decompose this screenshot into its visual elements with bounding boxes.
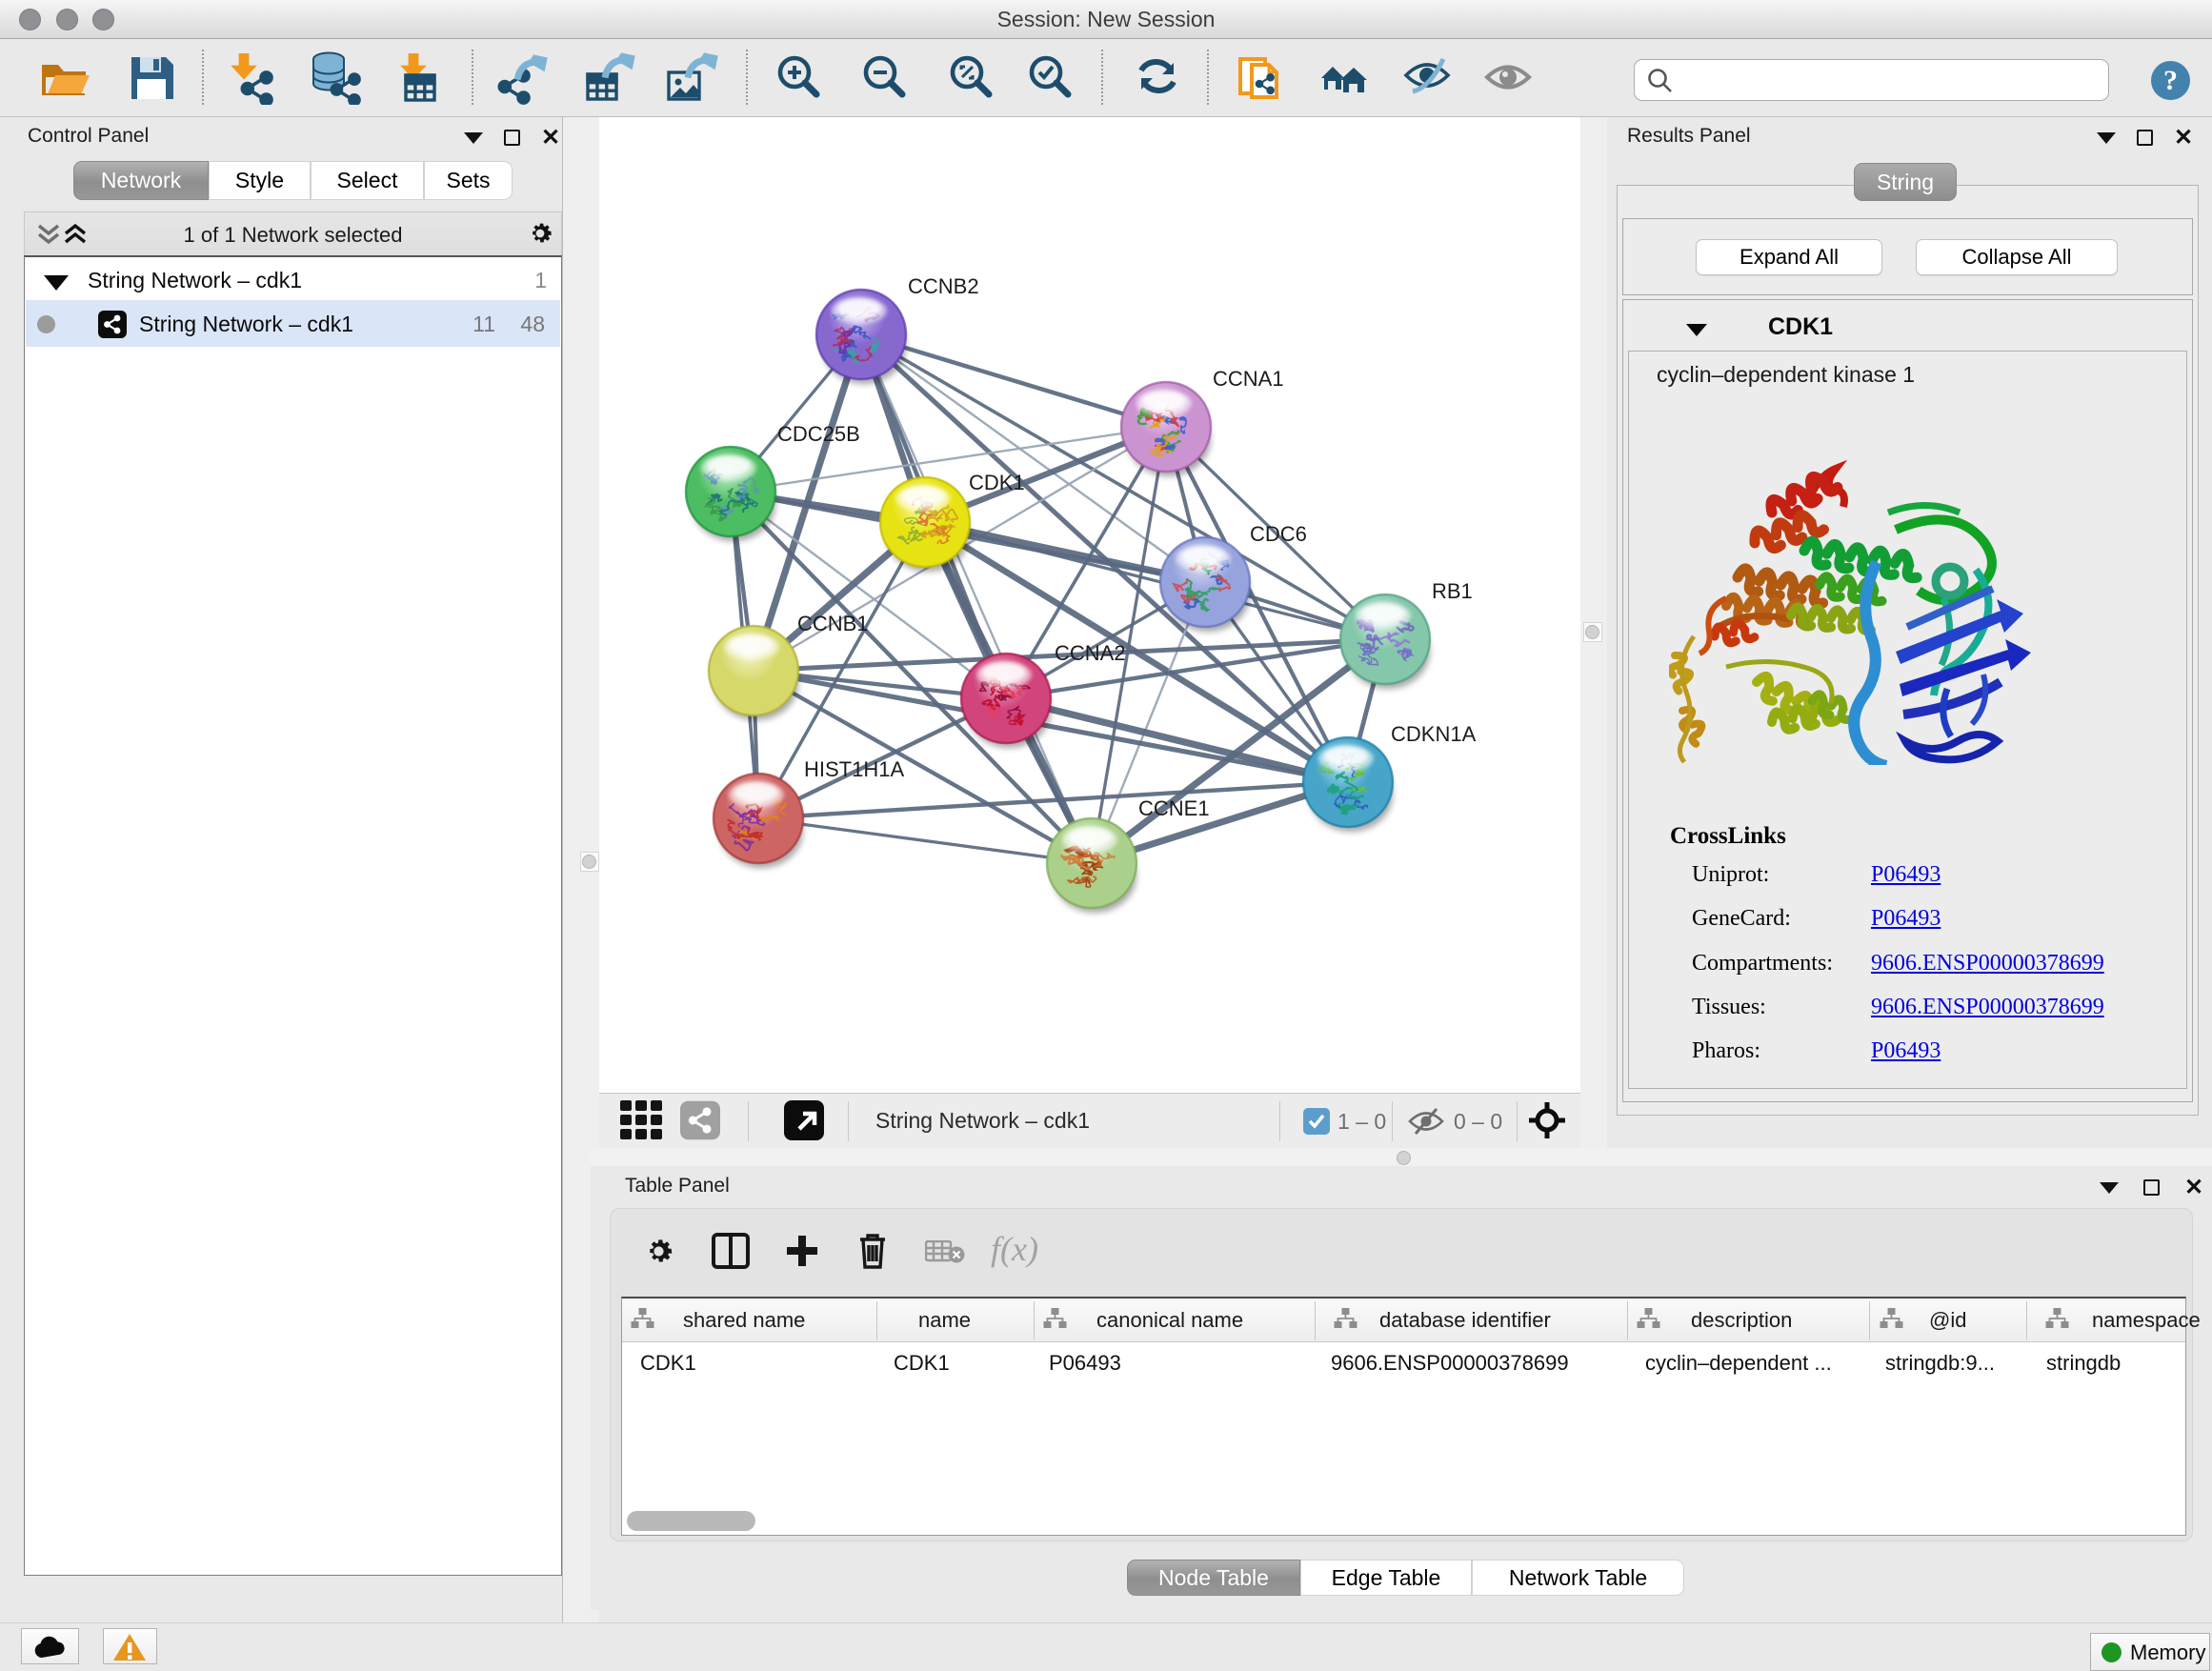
svg-text:CCNA2: CCNA2 — [1055, 641, 1126, 665]
svg-text:CDK1: CDK1 — [969, 471, 1025, 494]
svg-text:CDC25B: CDC25B — [777, 422, 860, 446]
svg-text:CDKN1A: CDKN1A — [1391, 722, 1477, 746]
svg-text:RB1: RB1 — [1432, 579, 1473, 603]
svg-text:CDC6: CDC6 — [1250, 522, 1307, 546]
svg-text:CCNA1: CCNA1 — [1213, 367, 1284, 391]
svg-text:CCNE1: CCNE1 — [1138, 796, 1210, 820]
svg-text:CCNB1: CCNB1 — [797, 612, 869, 635]
svg-text:HIST1H1A: HIST1H1A — [804, 757, 904, 781]
svg-text:CCNB2: CCNB2 — [908, 274, 979, 298]
